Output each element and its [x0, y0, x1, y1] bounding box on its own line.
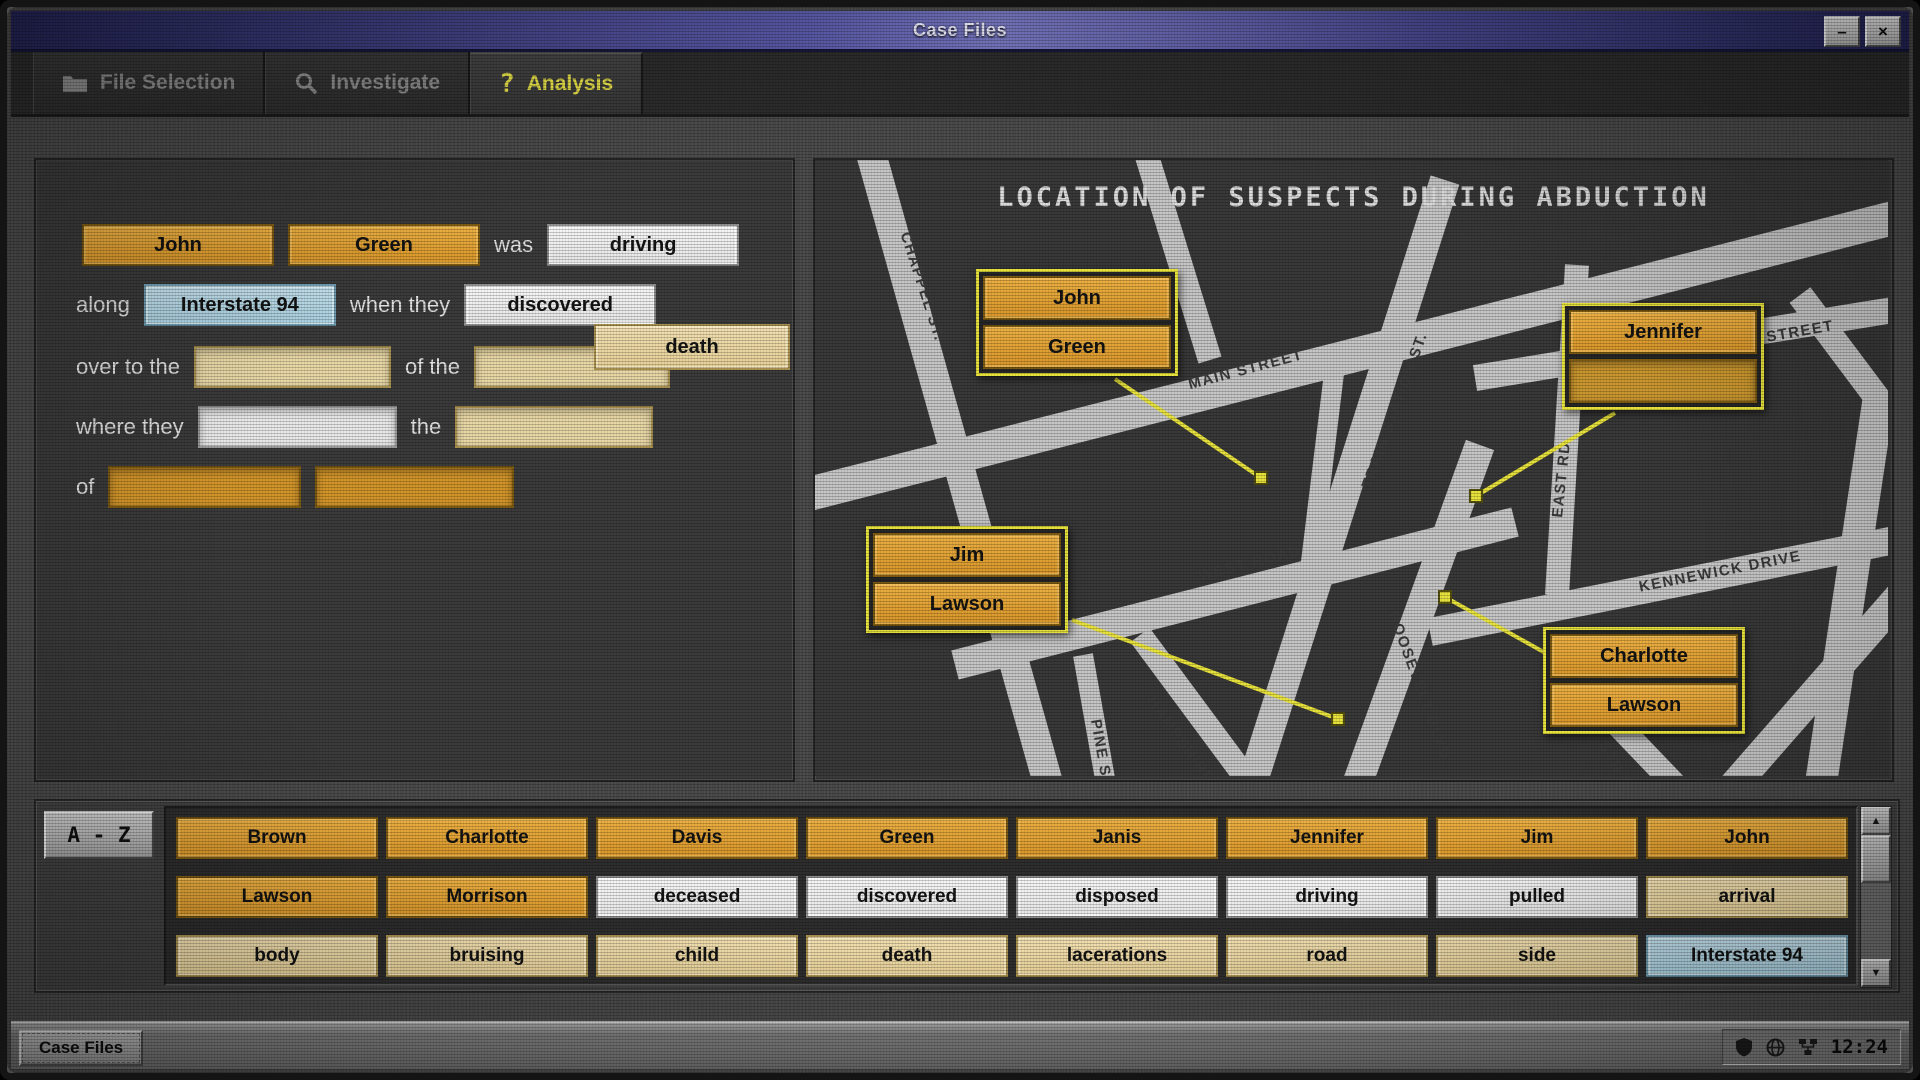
- bank-tile[interactable]: arrival: [1646, 876, 1848, 918]
- map-tag-name[interactable]: John: [983, 276, 1171, 320]
- bank-tile[interactable]: Davis: [596, 817, 798, 859]
- tab-investigate[interactable]: Investigate: [265, 52, 470, 114]
- map-tag-name[interactable]: Green: [983, 325, 1171, 369]
- taskbar-case-files-button[interactable]: Case Files: [19, 1030, 143, 1066]
- folder-icon: [62, 73, 88, 93]
- bank-tile[interactable]: disposed: [1016, 876, 1218, 918]
- map-title: LOCATION OF SUSPECTS DURING ABDUCTION: [815, 182, 1892, 213]
- bank-tile[interactable]: driving: [1226, 876, 1428, 918]
- map-tag-empty-slot[interactable]: [1569, 359, 1757, 403]
- bank-scrollbar[interactable]: ▲ ▼: [1860, 806, 1892, 988]
- globe-icon[interactable]: [1766, 1038, 1785, 1057]
- map-tag-name[interactable]: Jim: [873, 533, 1061, 577]
- taskbar: Case Files 12:24: [11, 1021, 1909, 1069]
- word-tile-road[interactable]: Interstate 94: [144, 284, 336, 326]
- map-tag-suspect-2[interactable]: Jennifer: [1562, 303, 1764, 410]
- bank-tile[interactable]: deceased: [596, 876, 798, 918]
- sentence-word: was: [494, 232, 533, 258]
- empty-slot-tan[interactable]: [194, 346, 391, 388]
- close-button[interactable]: ×: [1865, 16, 1901, 47]
- bank-tile[interactable]: child: [596, 935, 798, 977]
- empty-slot-white[interactable]: [198, 406, 397, 448]
- bank-tile[interactable]: Interstate 94: [1646, 935, 1848, 977]
- sentence-word: over to the: [76, 354, 180, 380]
- bank-tile[interactable]: bruising: [386, 935, 588, 977]
- bank-tile[interactable]: lacerations: [1016, 935, 1218, 977]
- empty-slot-orange[interactable]: [108, 466, 301, 508]
- sentence-word: the: [411, 414, 442, 440]
- word-bank-grid: Brown Charlotte Davis Green Janis Jennif…: [164, 806, 1858, 986]
- scroll-track[interactable]: [1861, 835, 1891, 959]
- word-tile-loose-death[interactable]: death: [594, 324, 790, 370]
- taskbar-clock: 12:24: [1831, 1036, 1888, 1058]
- bank-tile[interactable]: Janis: [1016, 817, 1218, 859]
- word-bank: A - Z Brown Charlotte Davis Green Janis …: [34, 799, 1900, 993]
- search-icon: [294, 71, 318, 95]
- bank-tile[interactable]: Green: [806, 817, 1008, 859]
- bank-tile[interactable]: Jim: [1436, 817, 1638, 859]
- tab-strip: File Selection Investigate ? Analysis: [11, 52, 1909, 117]
- case-files-window: Case Files – × File Selection Investigat…: [0, 0, 1920, 1080]
- tab-file-selection[interactable]: File Selection: [33, 52, 265, 114]
- minimize-button[interactable]: –: [1824, 16, 1860, 47]
- bank-tile[interactable]: side: [1436, 935, 1638, 977]
- map-tag-suspect-1[interactable]: John Green: [976, 269, 1178, 376]
- empty-slot-orange[interactable]: [315, 466, 514, 508]
- tab-label: File Selection: [100, 71, 235, 95]
- sentence-word: along: [76, 292, 130, 318]
- sentence-word: of: [76, 474, 94, 500]
- shield-icon[interactable]: [1735, 1037, 1753, 1057]
- bank-tile[interactable]: John: [1646, 817, 1848, 859]
- map-tag-name[interactable]: Lawson: [1550, 683, 1738, 727]
- word-tile-verb1[interactable]: driving: [547, 224, 739, 266]
- word-tile-first-name[interactable]: John: [82, 224, 274, 266]
- bank-tile[interactable]: Jennifer: [1226, 817, 1428, 859]
- bank-tile[interactable]: Morrison: [386, 876, 588, 918]
- sentence-panel: John Green was driving along Interstate …: [34, 158, 795, 782]
- sentence-word: where they: [76, 414, 184, 440]
- scroll-up-button[interactable]: ▲: [1861, 807, 1891, 835]
- map-tag-name[interactable]: Lawson: [873, 582, 1061, 626]
- bank-tile[interactable]: Brown: [176, 817, 378, 859]
- system-tray: 12:24: [1722, 1029, 1901, 1065]
- tab-label: Investigate: [330, 71, 440, 95]
- question-icon: ?: [499, 69, 515, 99]
- bank-tile[interactable]: Lawson: [176, 876, 378, 918]
- bank-tile[interactable]: discovered: [806, 876, 1008, 918]
- scroll-thumb[interactable]: [1861, 835, 1891, 883]
- sentence-word: of the: [405, 354, 460, 380]
- bank-tile[interactable]: death: [806, 935, 1008, 977]
- tab-analysis[interactable]: ? Analysis: [470, 52, 643, 114]
- sentence-word: when they: [350, 292, 450, 318]
- bank-tile[interactable]: Charlotte: [386, 817, 588, 859]
- bank-tile[interactable]: pulled: [1436, 876, 1638, 918]
- title-bar[interactable]: Case Files – ×: [11, 11, 1909, 52]
- map-tag-name[interactable]: Charlotte: [1550, 634, 1738, 678]
- map-tag-suspect-3[interactable]: Jim Lawson: [866, 526, 1068, 633]
- bank-tile[interactable]: body: [176, 935, 378, 977]
- map-panel: LOCATION OF SUSPECTS DURING ABDUCTION: [813, 158, 1894, 782]
- network-icon[interactable]: [1798, 1038, 1818, 1056]
- tab-label: Analysis: [527, 72, 613, 96]
- word-tile-verb2[interactable]: discovered: [464, 284, 656, 326]
- word-tile-last-name[interactable]: Green: [288, 224, 480, 266]
- bank-tile[interactable]: road: [1226, 935, 1428, 977]
- window-title: Case Files: [913, 20, 1007, 41]
- sort-az-button[interactable]: A - Z: [44, 811, 154, 859]
- map-tag-name[interactable]: Jennifer: [1569, 310, 1757, 354]
- map-tag-suspect-4[interactable]: Charlotte Lawson: [1543, 627, 1745, 734]
- scroll-down-button[interactable]: ▼: [1861, 959, 1891, 987]
- empty-slot-tan[interactable]: [455, 406, 653, 448]
